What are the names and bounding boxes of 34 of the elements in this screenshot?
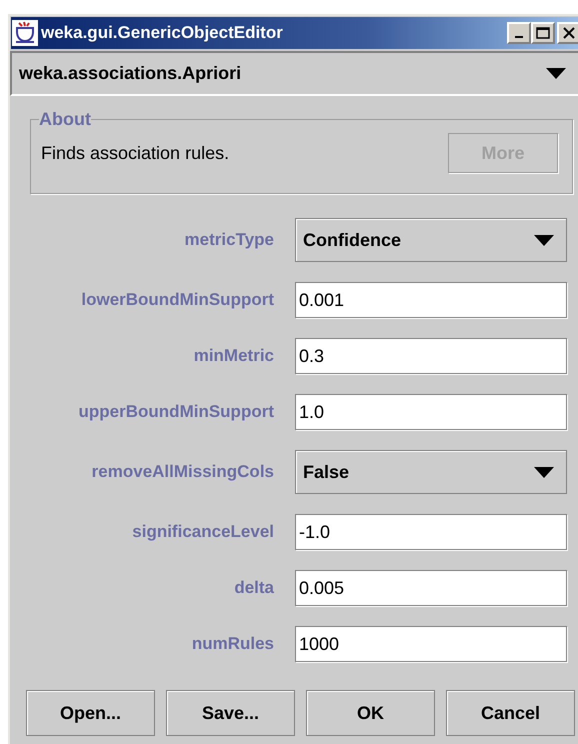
dialog-button[interactable]: OK [306, 690, 435, 736]
minimize-icon [515, 36, 523, 38]
property-input-field[interactable]: 0.001 [295, 282, 567, 318]
property-input-field[interactable]: 0.3 [295, 338, 567, 374]
property-input-field[interactable]: -1.0 [295, 514, 567, 550]
property-label: delta [233, 577, 274, 600]
property-label: minMetric [192, 345, 274, 368]
property-input-field[interactable]: 1.0 [295, 394, 567, 430]
close-icon [563, 27, 575, 39]
property-label: significanceLevel [131, 521, 274, 544]
dropdown-arrow-icon [546, 68, 566, 79]
dropdown-arrow-icon [534, 466, 554, 478]
property-dropdown[interactable]: False [295, 450, 567, 494]
maximize-icon [536, 27, 550, 39]
minimize-button[interactable] [507, 22, 531, 44]
dropdown-arrow-icon [534, 234, 554, 246]
class-dropdown[interactable]: weka.associations.Apriori [10, 51, 578, 96]
property-label: upperBoundMinSupport [78, 401, 274, 424]
property-label: numRules [190, 633, 274, 656]
maximize-button[interactable] [531, 22, 555, 44]
property-label: removeAllMissingCols [90, 461, 274, 484]
dialog-button[interactable]: Open... [26, 690, 155, 736]
property-label: lowerBoundMinSupport [80, 289, 274, 312]
property-input-field[interactable]: 0.005 [295, 570, 567, 606]
property-input-field[interactable]: 1000 [295, 626, 567, 662]
close-button[interactable] [557, 22, 578, 44]
app-icon [12, 20, 38, 46]
property-dropdown[interactable]: Confidence [295, 218, 567, 262]
window-title: weka.gui.GenericObjectEditor [41, 22, 283, 44]
dialog-button[interactable]: Save... [166, 690, 295, 736]
dialog-button[interactable]: Cancel [446, 690, 575, 736]
property-label: metricType [184, 229, 274, 252]
about-title: About [39, 108, 91, 131]
about-description: Finds association rules. [41, 142, 230, 164]
